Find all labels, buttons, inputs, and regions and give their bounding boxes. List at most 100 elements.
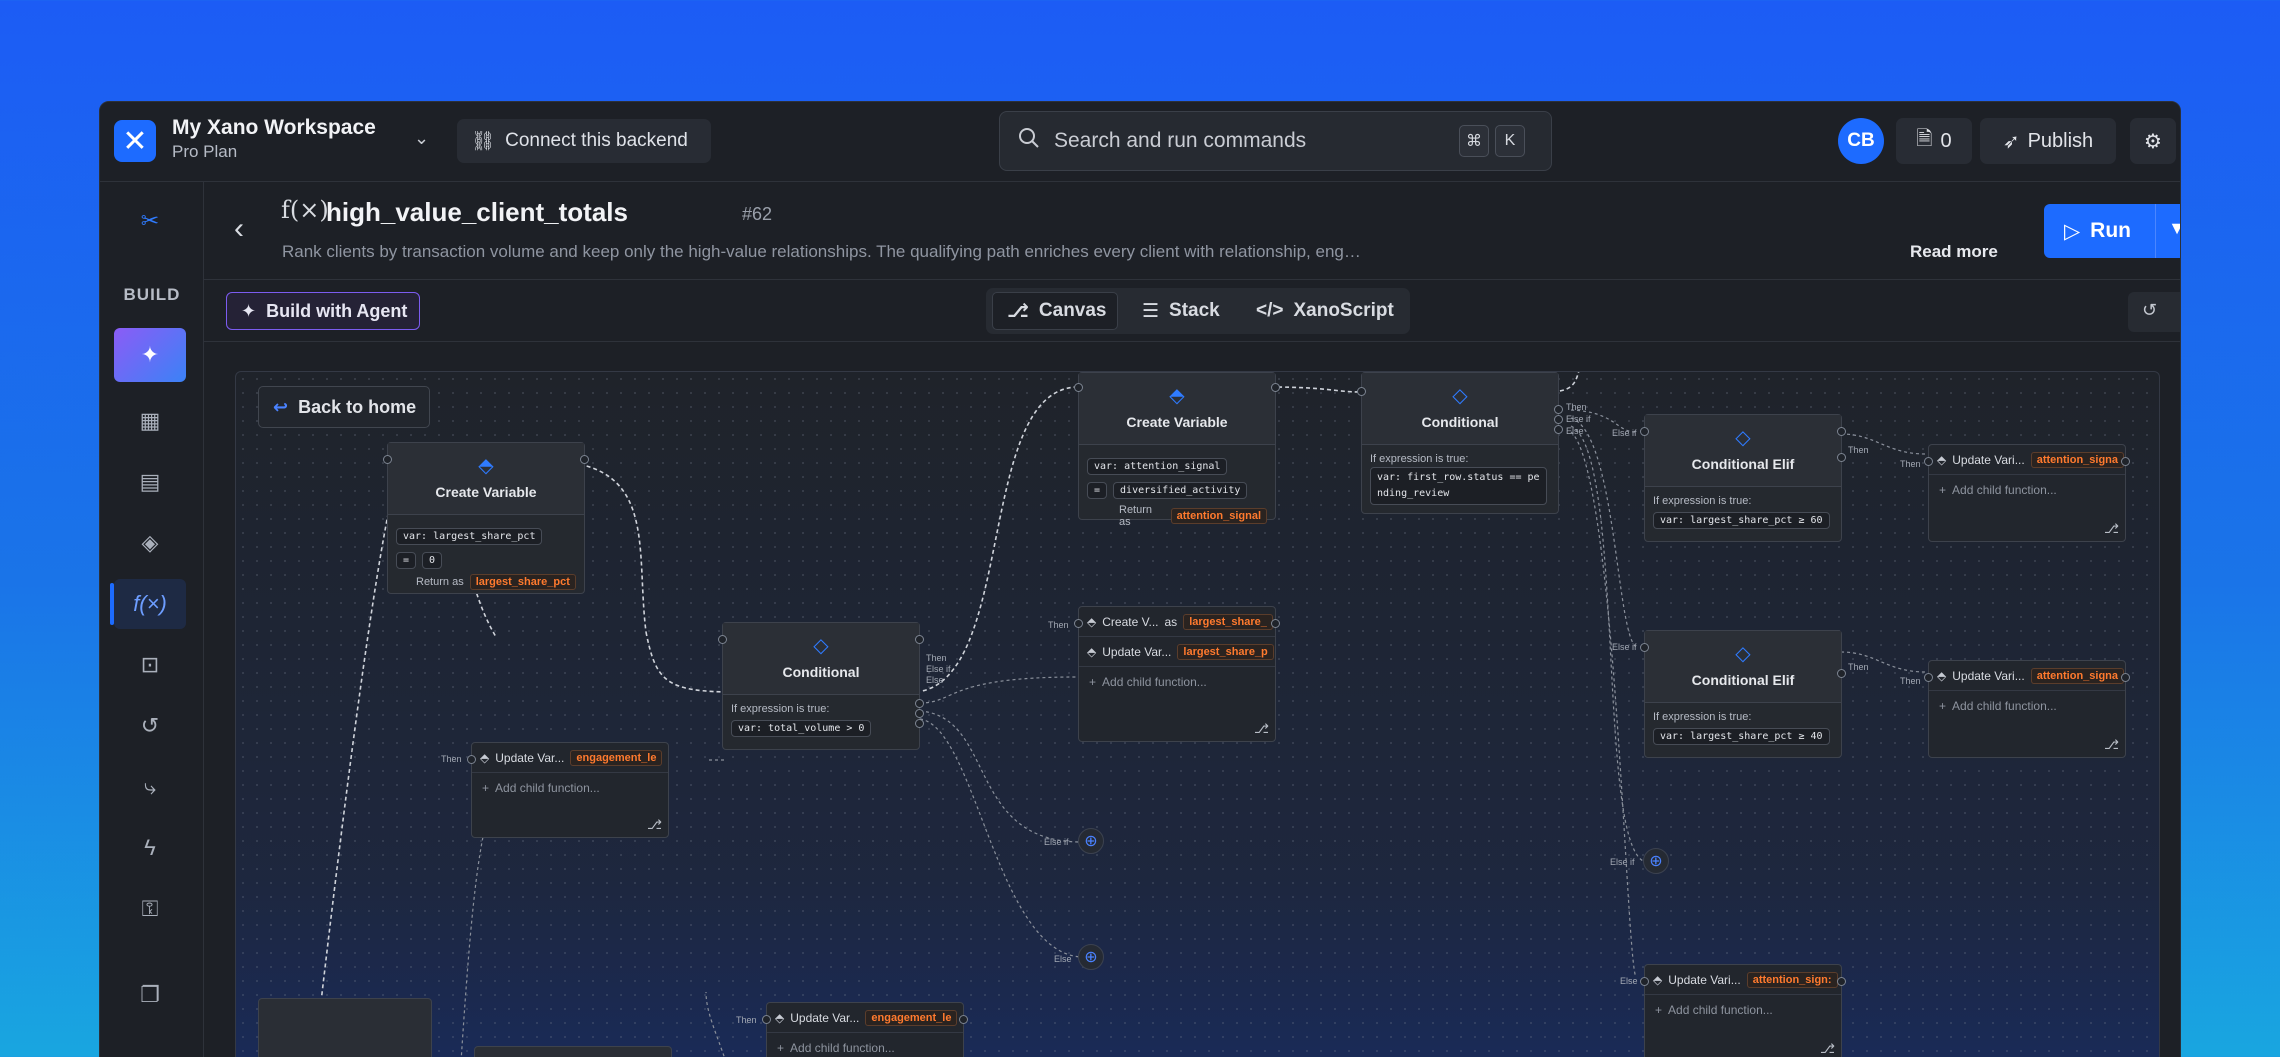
in-port[interactable] (1640, 427, 1649, 436)
sidebar-item-agent[interactable]: ✦ (114, 328, 186, 382)
conditional-elif-node[interactable]: ◇ Conditional Elif If expression is true… (1640, 630, 1846, 758)
add-child-function-button[interactable]: + Add child function... (1645, 995, 1841, 1025)
add-child-function-button[interactable]: + Add child function... (1929, 475, 2125, 505)
add-child-function-button[interactable]: + Add child function... (472, 773, 668, 803)
in-port[interactable] (1924, 673, 1933, 682)
read-more-link[interactable]: Read more (1910, 242, 1998, 262)
in-port[interactable] (1640, 977, 1649, 986)
out-port[interactable] (1271, 383, 1280, 392)
changes-button[interactable]: 🗎 0 (1896, 118, 1972, 164)
command-search-input[interactable]: Search and run commands ⌘ K (999, 111, 1552, 171)
sidebar-item-workflows[interactable]: ⤷ (114, 762, 186, 812)
then-port[interactable] (1837, 669, 1846, 678)
chevron-down-icon[interactable]: ⌄ (414, 128, 429, 149)
branch-icon[interactable]: ⎇ (1254, 721, 1269, 737)
else-if-port[interactable] (1554, 415, 1563, 424)
create-variable-step[interactable]: ⬘ Create V... as largest_share_ (1079, 607, 1275, 637)
sidebar-item-triggers[interactable]: ϟ (114, 823, 186, 873)
sidebar-item-docs[interactable]: ❐ (114, 970, 186, 1020)
add-child-function-button[interactable]: + Add child function... (1079, 667, 1275, 697)
conditional-node[interactable]: ◇ Conditional If expression is true: var… (1357, 372, 1563, 514)
then-branch-group: ⬘ Update Vari... attention_signa + Add ch… (1924, 660, 2130, 758)
update-variable-step[interactable]: ⬘ Update Vari... attention_signa (1929, 661, 2125, 691)
add-else-button[interactable]: ⊕ (1078, 944, 1104, 970)
out-port[interactable] (959, 1015, 968, 1024)
step-as: as (1164, 614, 1178, 629)
user-avatar[interactable]: CB (1838, 118, 1884, 164)
settings-button[interactable]: ⚙ (2130, 118, 2176, 164)
function-icon: f(×) (133, 591, 167, 616)
sidebar-item-database[interactable]: ▤ (114, 457, 186, 507)
update-variable-step[interactable]: ⬘ Update Vari... attention_signa (1929, 445, 2125, 475)
workspace-name[interactable]: My Xano Workspace (172, 116, 376, 140)
out-port[interactable] (1271, 619, 1280, 628)
step-var: largest_share_ (1183, 613, 1273, 630)
conditional-elif-node[interactable]: ◇ Conditional Elif If expression is true… (1640, 414, 1846, 542)
branch-icon[interactable]: ⎇ (2104, 737, 2119, 753)
tab-canvas[interactable]: ⎇ Canvas (992, 292, 1118, 330)
sidebar-item-functions[interactable]: f(×) (110, 579, 186, 629)
create-variable-node[interactable]: ⬘ Create Variable var: attention_signal … (1074, 372, 1280, 528)
then-label: Then (1900, 459, 1921, 469)
sidebar-item-agents[interactable]: ⊡ (114, 640, 186, 690)
update-variable-step[interactable]: ⬘ Update Var... engagement_le (472, 743, 668, 773)
then-port[interactable] (1554, 405, 1563, 414)
function-title[interactable]: high_value_client_totals (326, 197, 628, 228)
then-port[interactable] (915, 699, 924, 708)
caret-down-icon[interactable]: ▼ (2168, 218, 2180, 239)
else-port[interactable] (1554, 425, 1563, 434)
tools-icon[interactable]: ✂ (114, 196, 186, 246)
in-port[interactable] (1924, 457, 1933, 466)
expr-chip: var: largest_share_pct ≥ 40 (1653, 728, 1830, 745)
in-port[interactable] (1074, 619, 1083, 628)
out-port[interactable] (1837, 427, 1846, 436)
play-icon: ▷ (2064, 219, 2081, 243)
add-child-function-button[interactable]: + Add child function... (767, 1033, 963, 1057)
sidebar-item-history[interactable]: ↺ (114, 701, 186, 751)
else-port[interactable] (915, 719, 924, 728)
sidebar-item-layers[interactable]: ◈ (114, 518, 186, 568)
partial-node[interactable] (258, 998, 432, 1057)
add-child-function-button[interactable]: + Add child function... (1929, 691, 2125, 721)
branch-icon[interactable]: ⎇ (1820, 1041, 1835, 1057)
sidebar-item-keys[interactable]: ⚿ (114, 884, 186, 934)
flow-canvas[interactable]: ↩ Back to home ⬘ Create Variable var: la… (235, 371, 2160, 1057)
sidebar-item-dashboard[interactable]: ▦ (114, 396, 186, 446)
back-to-home-button[interactable]: ↩ Back to home (258, 386, 430, 428)
in-port[interactable] (1074, 383, 1083, 392)
out-port[interactable] (580, 455, 589, 464)
create-variable-node[interactable]: ⬘ Create Variable var: largest_share_pct… (383, 442, 589, 594)
else-if-label: Else if (926, 664, 951, 674)
route-icon: ⤷ (143, 774, 157, 799)
back-chevron-icon[interactable]: ‹ (234, 212, 244, 246)
in-port[interactable] (1357, 387, 1366, 396)
then-port[interactable] (1837, 453, 1846, 462)
build-with-agent-button[interactable]: ✦ Build with Agent (226, 292, 420, 330)
branch-icon[interactable]: ⎇ (647, 817, 662, 833)
in-port[interactable] (762, 1015, 771, 1024)
connect-backend-button[interactable]: ⛓ Connect this backend (457, 119, 711, 163)
in-port[interactable] (467, 755, 476, 764)
branch-icon[interactable]: ⎇ (2104, 521, 2119, 537)
out-port[interactable] (2121, 673, 2130, 682)
add-else-if-button[interactable]: ⊕ (1643, 848, 1669, 874)
out-port[interactable] (915, 635, 924, 644)
tab-stack[interactable]: ☰ Stack (1128, 292, 1234, 330)
in-port[interactable] (383, 455, 392, 464)
update-variable-step[interactable]: ⬘ Update Var... largest_share_p (1079, 637, 1275, 667)
add-else-if-button[interactable]: ⊕ (1078, 828, 1104, 854)
in-port[interactable] (718, 635, 727, 644)
update-variable-step[interactable]: ⬘ Update Var... engagement_le (767, 1003, 963, 1033)
update-variable-step[interactable]: ⬘ Update Vari... attention_sign: (1645, 965, 1841, 995)
out-port[interactable] (1837, 977, 1846, 986)
partial-node[interactable] (474, 1046, 672, 1057)
tab-xanoscript[interactable]: </> XanoScript (1242, 292, 1408, 330)
xano-logo-icon[interactable]: ✕ (114, 120, 156, 162)
else-if-port[interactable] (915, 709, 924, 718)
publish-button[interactable]: ➶ Publish (1980, 118, 2116, 164)
history-icon[interactable]: ↺ (2142, 300, 2157, 321)
conditional-node[interactable]: ◇ Conditional If expression is true: var… (718, 622, 924, 750)
run-button[interactable]: ▷ Run ▼ (2044, 204, 2180, 258)
out-port[interactable] (2121, 457, 2130, 466)
in-port[interactable] (1640, 643, 1649, 652)
